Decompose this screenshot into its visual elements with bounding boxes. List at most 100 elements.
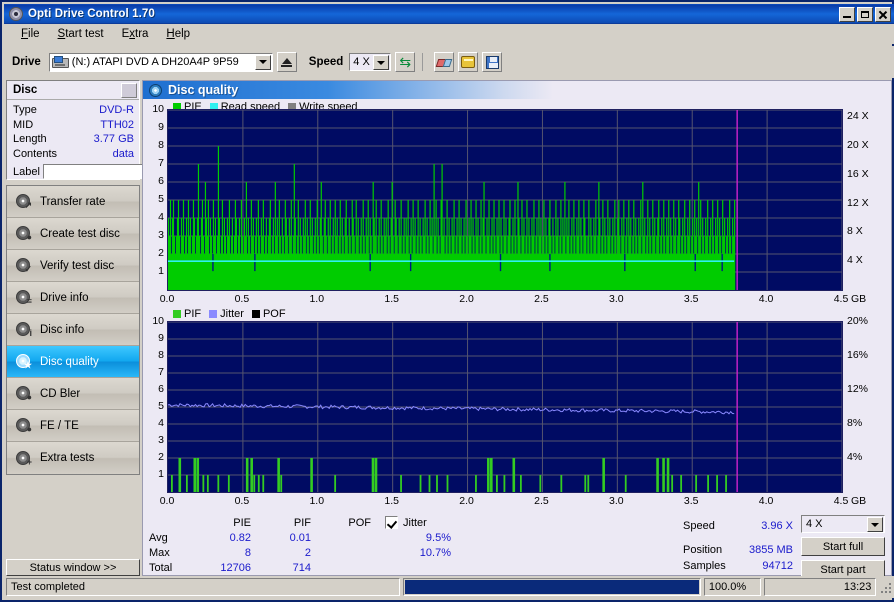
jitter-checkbox[interactable]	[385, 516, 398, 529]
y2-tick-label: 8%	[847, 417, 863, 429]
speed-select[interactable]: 4 X	[349, 53, 392, 71]
x-tick-label: 3.5	[683, 293, 699, 305]
close-button[interactable]	[875, 6, 891, 22]
sidebar-item-disc-quality[interactable]: ★ Disc quality	[7, 346, 139, 378]
y2-tick-label: 16%	[847, 349, 869, 361]
y2-tick-label: 20 X	[847, 139, 869, 151]
start-full-button[interactable]: Start full	[801, 537, 885, 556]
y-tick-label: 7	[158, 157, 164, 169]
disc-label-row: Label	[7, 161, 243, 180]
refresh-icon: ⇆	[399, 54, 412, 70]
pif-jitter-chart-plot[interactable]	[167, 321, 843, 493]
toolbar-separator	[422, 53, 424, 71]
start-part-label: Start part	[820, 563, 866, 576]
start-full-label: Start full	[822, 540, 864, 553]
sidebar-item-extra-tests[interactable]: + Extra tests	[7, 442, 139, 474]
jitter-toggle[interactable]: Jitter	[385, 516, 427, 529]
sidebar-item-create-test-disc[interactable]: ● Create test disc	[7, 218, 139, 250]
resize-grip[interactable]	[879, 580, 892, 594]
stats-col-pif: PIF	[293, 516, 311, 529]
menu-bar: FFileile Start test Extra Help	[4, 24, 894, 44]
legend-swatch-pof	[251, 310, 260, 318]
sidebar-item-disc-info[interactable]: i Disc info	[7, 314, 139, 346]
app-disc-icon	[8, 6, 24, 22]
y2-tick-label: 8 X	[847, 225, 863, 238]
speed-value: 3.96 X	[761, 520, 793, 532]
disc-fete-icon: ●	[16, 418, 32, 434]
stats-col-pof: POF	[348, 516, 371, 529]
stats-table: PIE PIF POF Jitter Avg 0.82 0.01 9.5% Ma…	[149, 515, 451, 575]
stats-max-pie: 8	[244, 546, 251, 559]
sidebar-item-label: Verify test disc	[40, 259, 115, 272]
chevron-down-icon[interactable]	[373, 55, 390, 70]
status-message: Test completed	[6, 578, 400, 596]
disc-quality-icon: ★	[16, 354, 32, 370]
y2-tick-label: 4%	[847, 451, 863, 463]
status-bar: Test completed 100.0% 13:23	[4, 576, 894, 598]
maximize-button[interactable]	[857, 6, 873, 22]
y-tick-label: 2	[158, 451, 164, 463]
save-button[interactable]	[482, 52, 503, 72]
refresh-button[interactable]: ⇆	[395, 52, 416, 72]
y-tick-label: 6	[158, 383, 164, 395]
y2-tick-label: 12 X	[847, 196, 869, 209]
stats-total-pif: 714	[292, 561, 311, 574]
chart1-wrapper: 1 2 3 4 5 6 7 8 9 10 4 X 8 X 12 X 16 X 20 X 24 X 0.0 0.…	[152, 103, 868, 305]
window-title: Opti Drive Control 1.70	[28, 8, 155, 20]
samples-value: 94712	[762, 560, 793, 572]
chevron-down-icon[interactable]	[867, 517, 883, 532]
drive-select[interactable]: (N:) ATAPI DVD A DH20A4P 9P59	[48, 52, 273, 72]
disc-row-value: DVD-R	[99, 104, 134, 116]
disc-verify-icon: ✓	[16, 258, 32, 274]
disc-extra-icon: +	[16, 450, 32, 466]
run-info-speed: Speed 3.96 X	[683, 518, 793, 534]
menu-item-extra[interactable]: Extra	[113, 26, 158, 42]
toolbar: Drive (N:) ATAPI DVD A DH20A4P 9P59 Spee…	[4, 46, 894, 78]
sidebar-item-label: Disc quality	[40, 355, 99, 368]
stats-row-max: Max 8 2 10.7%	[149, 545, 451, 560]
sidebar-item-verify-test-disc[interactable]: ✓ Verify test disc	[7, 250, 139, 282]
legend-label-pof: POF	[262, 308, 286, 320]
sidebar-item-fe-te[interactable]: ● FE / TE	[7, 410, 139, 442]
sidebar-item-cd-bler[interactable]: ● CD Bler	[7, 378, 139, 410]
progress-bar	[402, 578, 701, 596]
sidebar-item-drive-info[interactable]: ≡ Drive info	[7, 282, 139, 314]
x-tick-label: 4.0	[758, 495, 774, 507]
run-info: Speed 3.96 X Position 3855 MB Samples 94…	[683, 515, 793, 579]
stats-row-total: Total 12706 714	[149, 560, 451, 575]
menu-item-file[interactable]: FFileile	[12, 26, 49, 42]
sidebar-item-transfer-rate[interactable]: ↗ Transfer rate	[7, 186, 139, 218]
y2-tick-label: 12%	[847, 383, 869, 395]
menu-item-start-test[interactable]: Start test	[49, 26, 113, 42]
status-window-button[interactable]: Status window >>	[6, 559, 140, 576]
disc-row-type: Type DVD-R	[13, 103, 134, 118]
y-tick-label: 6	[158, 175, 164, 187]
minimize-button[interactable]	[839, 6, 855, 22]
y2-tick-label: 20%	[847, 315, 869, 327]
erase-button[interactable]	[434, 52, 455, 72]
position-key: Position	[683, 544, 723, 556]
chevron-down-icon[interactable]	[254, 54, 271, 70]
x-tick-label: 0.5	[234, 495, 250, 507]
pie-chart-plot[interactable]	[167, 109, 843, 291]
y-tick-label: 9	[158, 332, 164, 344]
speed-select-value: 4 X	[353, 56, 370, 68]
disc-panel-title: Disc	[13, 84, 38, 96]
disc-label-key: Label	[13, 165, 40, 178]
disc-transfer-icon: ↗	[16, 194, 32, 210]
test-speed-value: 4 X	[806, 518, 823, 530]
x-tick-label: 2.5	[534, 293, 549, 305]
jitter-label: Jitter	[403, 516, 427, 529]
disc-row-contents: Contents data	[13, 147, 134, 162]
bookmark-button[interactable]	[458, 52, 479, 72]
disc-panel-button[interactable]	[121, 82, 137, 98]
elapsed-time-text: 13:23	[843, 581, 872, 593]
x-axis-unit: GB	[851, 293, 867, 305]
eject-button[interactable]	[276, 52, 297, 72]
menu-item-help[interactable]: Help	[157, 26, 199, 42]
x-tick-label: 4.0	[758, 293, 774, 305]
statistics-panel: PIE PIF POF Jitter Avg 0.82 0.01 9.5% Ma…	[143, 511, 891, 579]
save-icon	[485, 55, 499, 69]
test-speed-select[interactable]: 4 X	[801, 515, 885, 533]
progress-fill	[404, 580, 699, 594]
